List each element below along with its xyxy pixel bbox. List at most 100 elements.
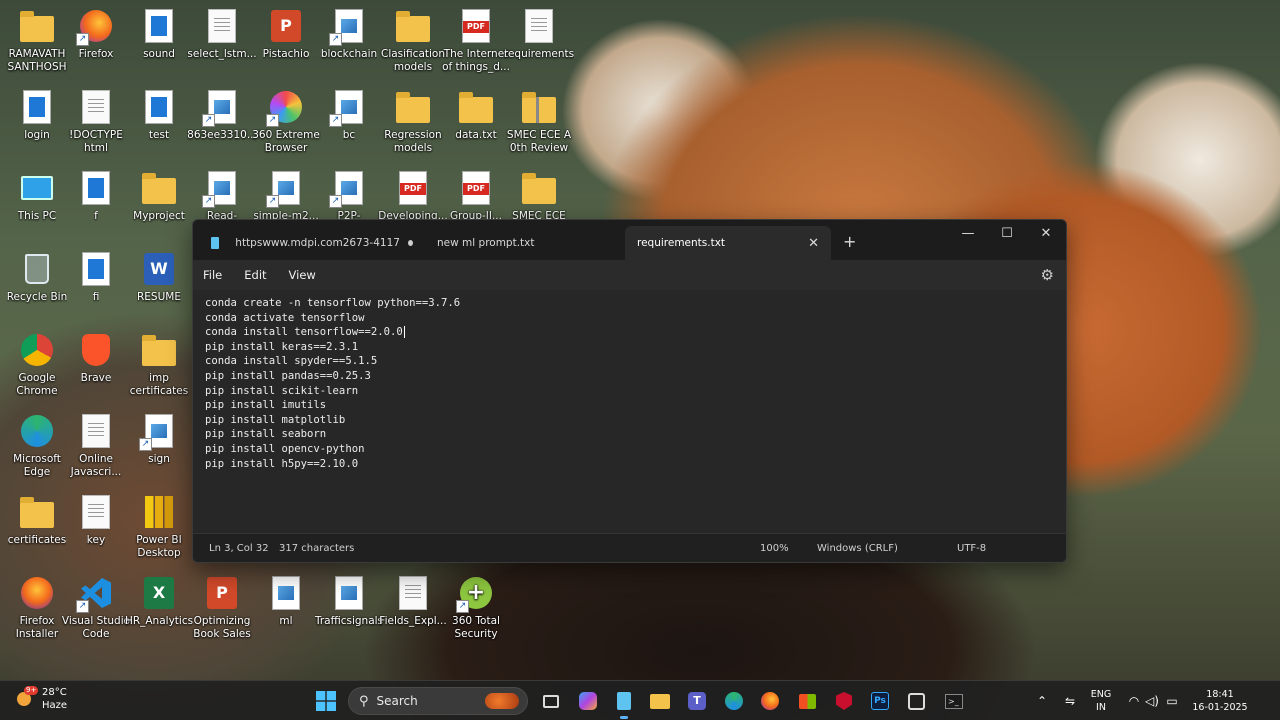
text-editor[interactable]: conda create -n tensorflow python==3.7.6… xyxy=(193,290,1066,535)
desktop-icon[interactable]: +360 Total Security xyxy=(441,575,511,641)
taskbar-search[interactable]: ⚲ Search xyxy=(348,687,528,715)
network-sync-icon[interactable]: ⇋ xyxy=(1058,689,1082,713)
terminal-icon[interactable]: >_ xyxy=(942,689,966,713)
desktop-icon[interactable]: requirements xyxy=(504,8,574,61)
desktop-icon[interactable]: Regression models xyxy=(378,89,448,155)
desktop-icon[interactable]: Clasification models xyxy=(378,8,448,74)
code-line: pip install pandas==0.25.3 xyxy=(205,369,1054,384)
teams-icon[interactable]: T xyxy=(685,689,709,713)
desktop-icon[interactable]: Firefox xyxy=(61,8,131,61)
tab-new-ml-prompt[interactable]: new ml prompt.txt xyxy=(425,226,625,260)
desktop-icon[interactable]: Trafficsignals xyxy=(314,575,384,628)
desktop-icon-label: Fields_Expl... xyxy=(379,615,447,627)
language-code: ENG xyxy=(1090,689,1112,700)
weather-condition: Haze xyxy=(42,700,68,711)
code-line-text: pip install pandas==0.25.3 xyxy=(205,369,371,382)
desktop-icon-label: key xyxy=(86,534,106,546)
desktop-icon[interactable]: 360 Extreme Browser xyxy=(251,89,321,155)
desktop-icon[interactable]: fi xyxy=(61,251,131,304)
desktop-icon-label: Pistachio xyxy=(262,48,310,60)
new-tab-button[interactable]: + xyxy=(843,232,856,251)
start-button[interactable] xyxy=(314,689,338,713)
desktop-icon[interactable]: !DOCTYPE html xyxy=(61,89,131,155)
brave-icon xyxy=(78,332,114,368)
file-explorer-icon[interactable] xyxy=(648,689,672,713)
desktop-icon[interactable]: test xyxy=(124,89,194,142)
desktop-icon[interactable]: bc xyxy=(314,89,384,142)
desktop-icon[interactable]: P Optimizing Book Sales ... xyxy=(187,575,257,641)
task-view-icon[interactable] xyxy=(539,689,563,713)
input-language[interactable]: ENG IN xyxy=(1088,688,1114,714)
microsoft-store-icon[interactable] xyxy=(795,689,819,713)
desktop-icon[interactable]: Brave xyxy=(61,332,131,385)
snipping-tool-icon[interactable] xyxy=(904,689,928,713)
desktop-icon[interactable]: Myproject xyxy=(124,170,194,223)
battery-icon[interactable]: ▭ xyxy=(1160,689,1184,713)
tab-label: httpswww.mdpi.com2673-41175413C xyxy=(235,237,400,249)
code-line: pip install keras==2.3.1 xyxy=(205,340,1054,355)
menu-edit[interactable]: Edit xyxy=(244,268,266,282)
settings-gear-icon[interactable]: ⚙ xyxy=(1041,260,1054,290)
maximize-button[interactable]: ☐ xyxy=(988,226,1026,241)
menu-file[interactable]: File xyxy=(203,268,222,282)
desktop-icon-label: Power BI Desktop xyxy=(136,534,182,559)
tab-close-icon[interactable]: ✕ xyxy=(808,236,819,251)
notepad-app-icon xyxy=(211,237,220,249)
tab-bar: httpswww.mdpi.com2673-41175413C new ml p… xyxy=(193,220,1066,260)
desktop-icon-label: !DOCTYPE html xyxy=(69,129,123,154)
desktop-icon[interactable]: Fields_Expl... xyxy=(378,575,448,628)
powerbi-icon xyxy=(141,494,177,530)
desktop-icon[interactable]: W RESUME xyxy=(124,251,194,304)
firefox-taskbar-icon[interactable] xyxy=(758,689,782,713)
code-line-text: pip install h5py==2.10.0 xyxy=(205,457,359,470)
copilot-icon[interactable] xyxy=(576,689,600,713)
desktop-icon[interactable]: P Pistachio xyxy=(251,8,321,61)
menu-view[interactable]: View xyxy=(289,268,316,282)
mcafee-icon[interactable] xyxy=(832,689,856,713)
clock[interactable]: 18:41 16-01-2025 xyxy=(1186,688,1254,714)
taskbar: 9+ 28°C Haze ⚲ Search T Ps >_ ⌃ ⇋ ENG IN… xyxy=(0,680,1280,720)
powerpoint-icon: P xyxy=(204,575,240,611)
code-line: pip install imutils xyxy=(205,398,1054,413)
desktop-icon[interactable]: Power BI Desktop xyxy=(124,494,194,560)
desktop-icon[interactable]: blockchain xyxy=(314,8,384,61)
show-hidden-icons-chevron-icon[interactable]: ⌃ xyxy=(1030,689,1054,713)
desktop-icon[interactable]: sign xyxy=(124,413,194,466)
notepad-taskbar-icon[interactable] xyxy=(612,689,636,719)
zoom-level[interactable]: 100% xyxy=(760,543,789,554)
tab-requirements[interactable]: requirements.txt ✕ xyxy=(625,226,831,260)
text-file-icon xyxy=(395,575,431,611)
desktop-icon[interactable]: 863ee3310... xyxy=(187,89,257,142)
desktop-icon[interactable]: f xyxy=(61,170,131,223)
desktop-icon[interactable]: Group-II... xyxy=(441,170,511,223)
photoshop-icon[interactable]: Ps xyxy=(868,689,892,713)
desktop-icon-label: The Internet of things_d... xyxy=(442,48,510,73)
desktop-icon[interactable]: imp certificates xyxy=(124,332,194,398)
file-icon xyxy=(78,251,114,287)
line-ending[interactable]: Windows (CRLF) xyxy=(817,543,898,554)
desktop-icon-label: 360 Total Security xyxy=(452,615,500,640)
edge-icon[interactable] xyxy=(722,689,746,713)
desktop-icon[interactable]: Online Javascri... xyxy=(61,413,131,479)
notification-bell-icon[interactable] xyxy=(1262,693,1270,709)
desktop-icon[interactable]: Visual Studio Code xyxy=(61,575,131,641)
encoding[interactable]: UTF-8 xyxy=(957,543,986,554)
desktop-icon[interactable]: sound xyxy=(124,8,194,61)
desktop-icon[interactable]: simple-m2... xyxy=(251,170,321,223)
desktop-icon[interactable]: select_lstm... xyxy=(187,8,257,61)
desktop-icon[interactable]: key xyxy=(61,494,131,547)
desktop-icon[interactable]: data.txt xyxy=(441,89,511,142)
desktop-icon-label: fi xyxy=(92,291,100,303)
close-window-button[interactable]: ✕ xyxy=(1027,226,1065,241)
image-icon xyxy=(139,413,177,451)
desktop-icon[interactable]: Developing... xyxy=(378,170,448,223)
tab-mdpi-url[interactable]: httpswww.mdpi.com2673-41175413C xyxy=(199,226,425,260)
desktop-icon[interactable]: ml xyxy=(251,575,321,628)
weather-widget[interactable]: 9+ 28°C Haze xyxy=(14,686,67,712)
desktop-icon[interactable]: The Internet of things_d... xyxy=(441,8,511,74)
desktop-icon[interactable]: SMEC ECE A 0th Review xyxy=(504,89,574,155)
image-icon xyxy=(202,89,240,127)
minimize-button[interactable]: — xyxy=(949,226,987,241)
desktop-icon[interactable]: X HR_Analytics xyxy=(124,575,194,628)
recycle-bin-icon xyxy=(19,251,55,287)
